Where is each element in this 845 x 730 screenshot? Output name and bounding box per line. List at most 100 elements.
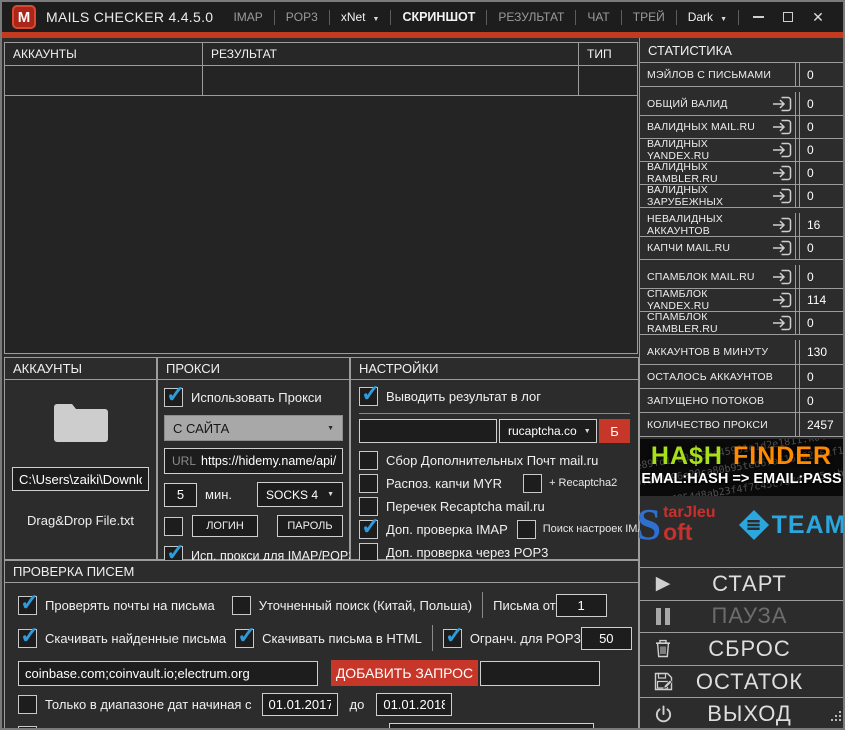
app-logo-icon: M (12, 5, 36, 29)
refined-search-checkbox[interactable]: ✓ (232, 596, 251, 615)
column-header-result[interactable]: РЕЗУЛЬТАТ (203, 43, 579, 65)
divider (359, 413, 630, 414)
stat-row: ОБЩИЙ ВАЛИД 0 (640, 92, 843, 115)
hash-finder-banner[interactable]: dce89fd1f80ab5he45901e1d2e1811:kotleo789… (640, 439, 843, 496)
date-to-input[interactable] (376, 693, 452, 716)
captcha-service-dropdown[interactable]: rucaptcha.co ▼ (499, 419, 597, 443)
menu-xnet-dropdown[interactable]: xNet▼ (334, 6, 387, 28)
chevron-down-icon: ▼ (584, 428, 591, 435)
myr-captcha-checkbox[interactable]: ✓ (359, 474, 378, 493)
menu-separator (486, 10, 487, 25)
stat-value: 0 (799, 237, 843, 259)
banner-subtitle: EMAL:HASH => EMAIL:PASS (640, 471, 843, 487)
minimize-button[interactable] (743, 5, 773, 29)
stat-group: НЕВАЛИДНЫХ АККАУНТОВ 16 КАПЧИ MAIL.RU 0 (640, 213, 843, 260)
stat-label: СПАМБЛОК MAIL.RU (647, 271, 755, 283)
stat-group: АККАУНТОВ В МИНУТУ 130 ОСТАЛОСЬ АККАУНТО… (640, 340, 843, 437)
menu-separator (738, 10, 739, 25)
menu-imap[interactable]: IMAP (226, 6, 269, 28)
use-proxy-checkbox[interactable]: ✓ (164, 388, 183, 407)
export-icon[interactable] (772, 240, 792, 256)
log-output-checkbox[interactable]: ✓ (359, 387, 378, 406)
download-found-checkbox[interactable]: ✓ (18, 629, 37, 648)
theme-dropdown[interactable]: Dark▼ (681, 6, 734, 28)
check-mail-checkbox[interactable]: ✓ (18, 596, 37, 615)
stat-group: СПАМБЛОК MAIL.RU 0 СПАМБЛОК YANDEX.RU 11… (640, 265, 843, 335)
check-mail-label: Проверять почты на письма (45, 598, 215, 613)
imap-check-checkbox[interactable]: ✓ (359, 520, 378, 539)
results-table-header: АККАУНТЫ РЕЗУЛЬТАТ ТИП (5, 43, 637, 66)
add-query-button[interactable]: ДОБАВИТЬ ЗАПРОС (331, 660, 478, 686)
log-output-label: Выводить результат в лог (386, 389, 541, 404)
exit-button[interactable]: ВЫХОД (640, 697, 843, 730)
query-input[interactable] (18, 661, 318, 686)
download-found-label: Скачивать найденные письма (45, 631, 226, 646)
export-icon[interactable] (772, 142, 792, 158)
export-icon[interactable] (772, 315, 792, 331)
proxy-source-dropdown[interactable]: С САЙТА ▼ (164, 415, 343, 441)
menu-screenshot[interactable]: СКРИНШОТ (395, 6, 482, 28)
team-diamond-icon (738, 509, 770, 541)
captcha-key-input[interactable] (359, 419, 497, 443)
export-icon[interactable] (772, 119, 792, 135)
folder-icon[interactable] (52, 400, 110, 449)
column-header-type[interactable]: ТИП (579, 43, 637, 65)
start-button[interactable]: ▶ СТАРТ (640, 567, 843, 600)
resize-grip[interactable] (830, 709, 842, 727)
export-icon[interactable] (772, 292, 792, 308)
export-icon[interactable] (772, 96, 792, 112)
app-title: MAILS CHECKER 4.4.5.0 (46, 9, 213, 25)
column-header-accounts[interactable]: АККАУНТЫ (5, 43, 203, 65)
close-button[interactable]: ✕ (803, 5, 833, 29)
pop3-limit-checkbox[interactable]: ✓ (443, 629, 462, 648)
proxy-auth-checkbox[interactable]: ✓ (164, 517, 183, 536)
minimize-icon (753, 16, 764, 18)
letters-from-input[interactable] (556, 594, 607, 617)
menu-separator (274, 10, 275, 25)
date-from-input[interactable] (262, 693, 338, 716)
proxy-refresh-minutes-input[interactable] (164, 483, 197, 507)
pop3-check-checkbox[interactable]: ✓ (359, 543, 378, 562)
balance-button[interactable]: Б (599, 419, 630, 443)
recaptcha2-checkbox[interactable]: ✓ (523, 474, 542, 493)
proxy-login-input[interactable]: ЛОГИН (192, 515, 258, 537)
pop3-limit-input[interactable] (581, 627, 632, 650)
collect-extra-label: Сбор Дополнительных Почт mail.ru (386, 453, 598, 468)
extra-query-input[interactable] (480, 661, 600, 686)
export-icon[interactable] (772, 217, 792, 233)
maximize-button[interactable] (773, 5, 803, 29)
maximize-icon (783, 12, 793, 22)
stat-value: 0 (799, 63, 843, 86)
export-icon[interactable] (772, 165, 792, 181)
stat-group: ОБЩИЙ ВАЛИД 0 ВАЛИДНЫХ MAIL.RU 0 ВАЛИДНЫ… (640, 92, 843, 208)
pause-button[interactable]: ПАУЗА (640, 600, 843, 633)
export-icon[interactable] (772, 188, 792, 204)
stat-value: 0 (799, 162, 843, 184)
reset-button[interactable]: СБРОС (640, 632, 843, 665)
collect-extra-checkbox[interactable]: ✓ (359, 451, 378, 470)
stat-value: 0 (799, 365, 843, 388)
proxy-password-input[interactable]: ПАРОЛЬ (277, 515, 343, 537)
imap-settings-search-checkbox[interactable]: ✓ (517, 520, 536, 539)
proxy-url-input[interactable]: URL https://hidemy.name/api/ (164, 448, 343, 474)
menu-result[interactable]: РЕЗУЛЬТАТ (491, 6, 571, 28)
proxy-type-dropdown[interactable]: SOCKS 4 ▼ (257, 482, 343, 507)
export-icon[interactable] (772, 269, 792, 285)
keyword-input[interactable] (389, 723, 594, 730)
date-range-checkbox[interactable]: ✓ (18, 695, 37, 714)
download-html-checkbox[interactable]: ✓ (235, 629, 254, 648)
url-prefix-label: URL (165, 454, 201, 468)
menu-tray[interactable]: ТРЕЙ (626, 6, 672, 28)
logos-strip[interactable]: S tarJleu oft TEAM (640, 496, 843, 554)
menu-chat[interactable]: ЧАТ (580, 6, 616, 28)
keyword-checkbox[interactable]: ✓ (18, 726, 37, 730)
stat-label: КАПЧИ MAIL.RU (647, 242, 730, 254)
stat-value: 0 (799, 92, 843, 115)
save-remainder-button[interactable]: ОСТАТОК (640, 665, 843, 698)
results-list[interactable] (5, 96, 637, 351)
menu-pop3[interactable]: POP3 (279, 6, 325, 28)
stat-row: ЗАПУЩЕНО ПОТОКОВ 0 (640, 388, 843, 412)
file-path-input[interactable] (12, 467, 149, 491)
chevron-down-icon: ▼ (373, 16, 380, 23)
results-table: АККАУНТЫ РЕЗУЛЬТАТ ТИП (4, 42, 638, 354)
